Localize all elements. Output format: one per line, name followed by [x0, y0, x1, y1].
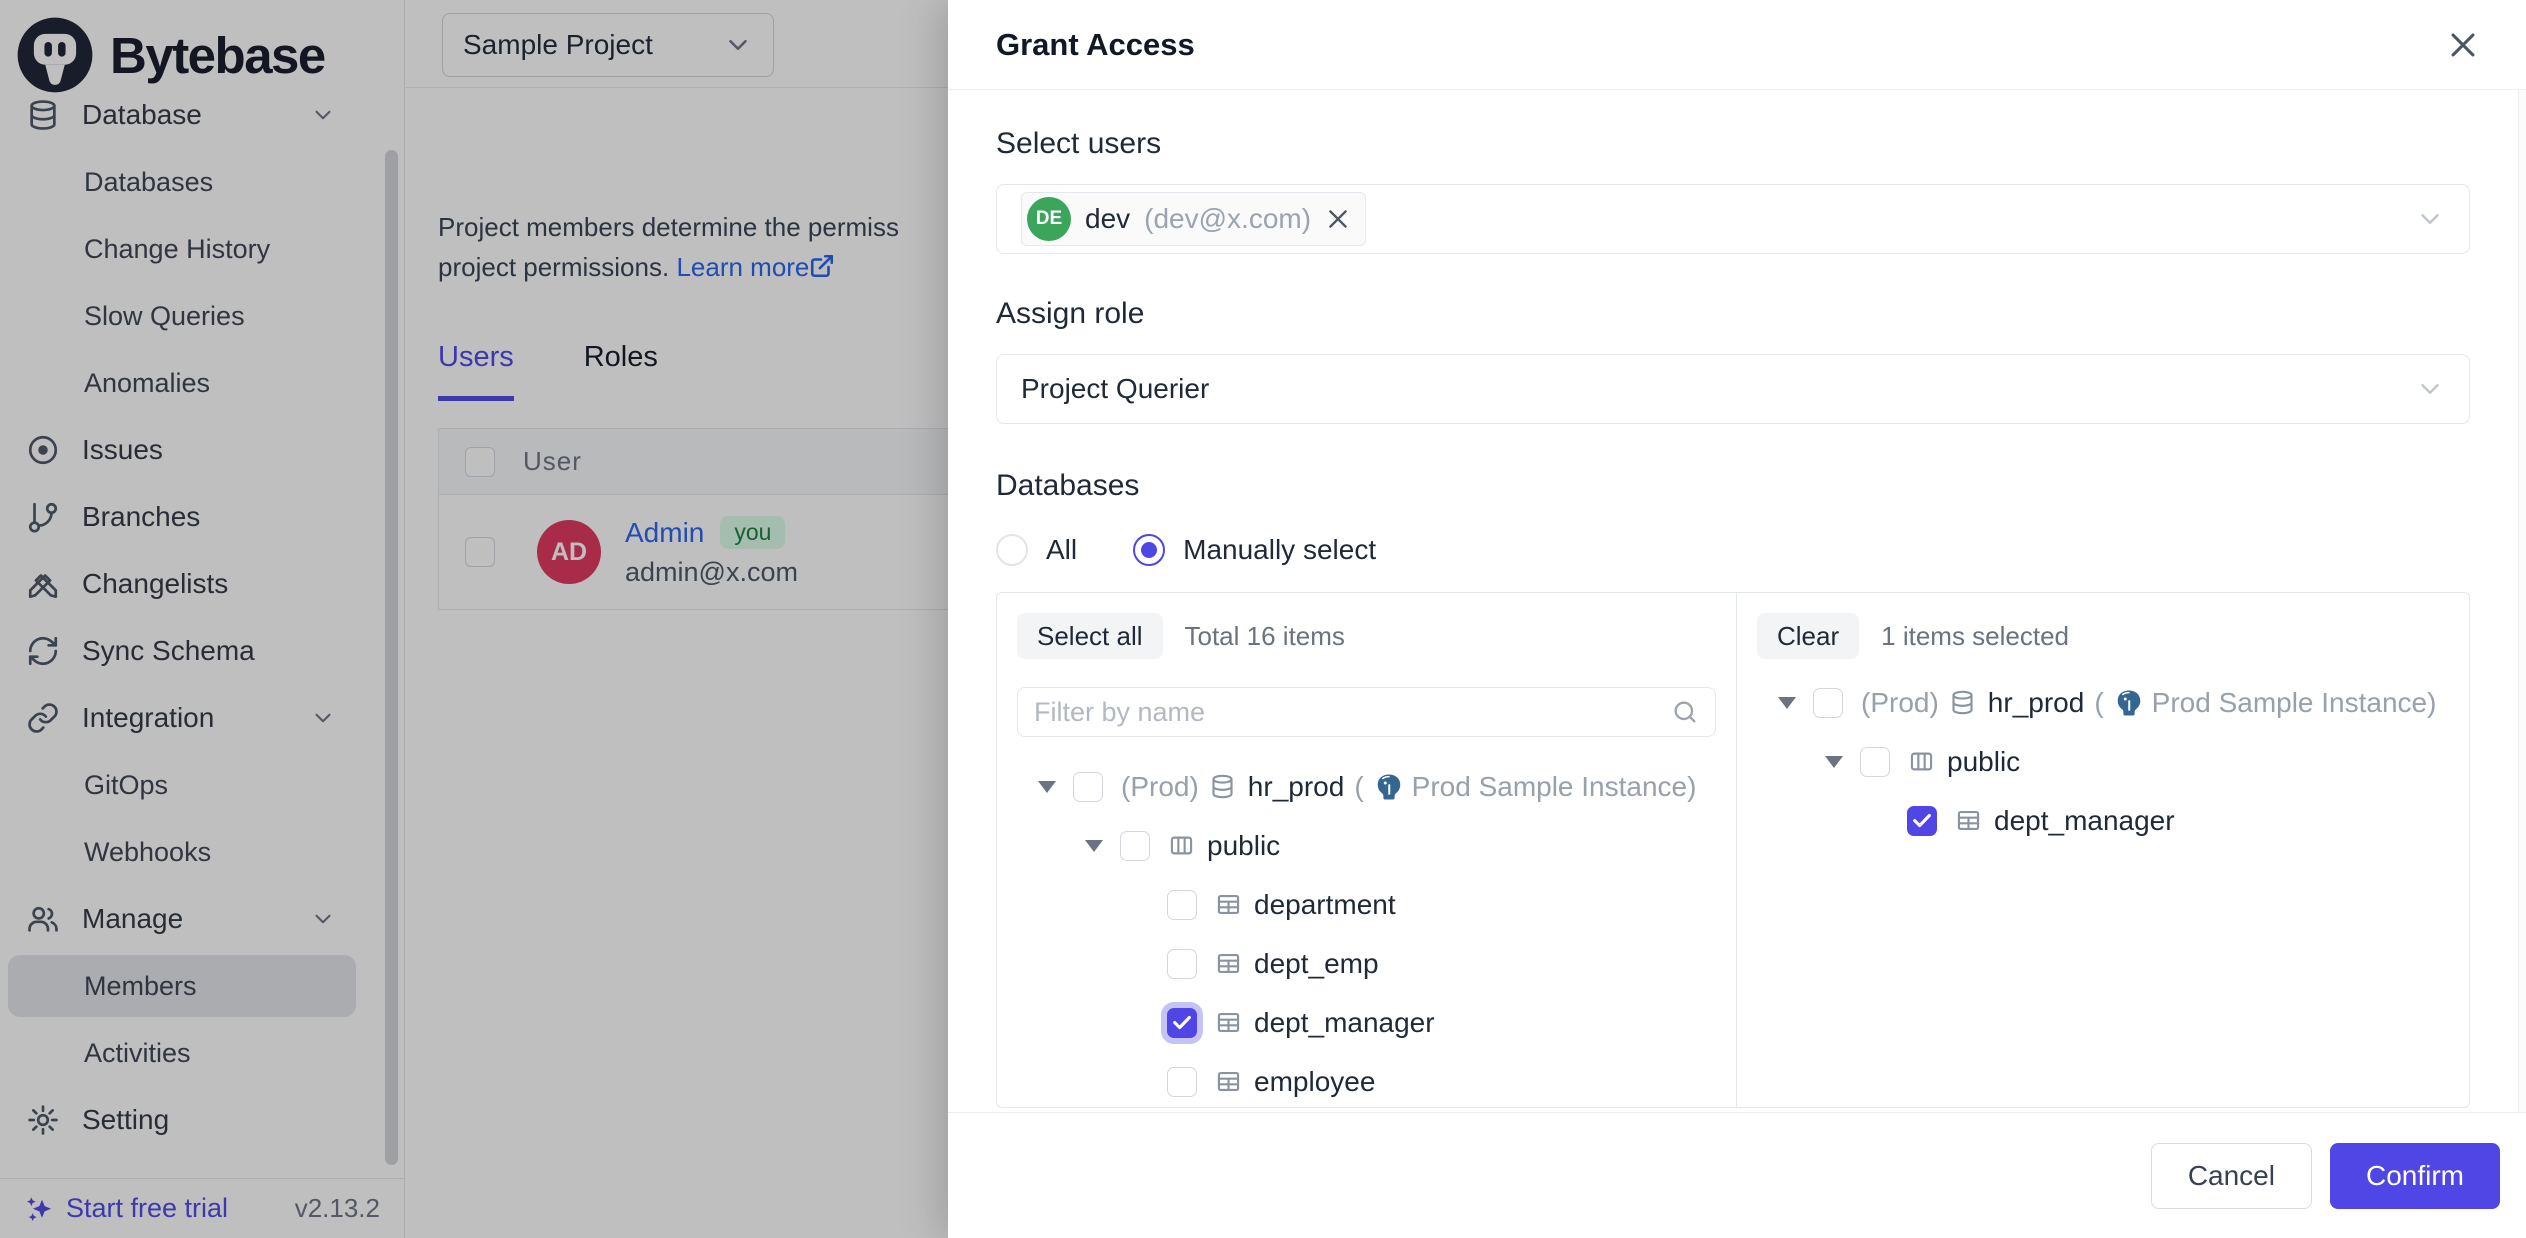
modal-footer: Cancel Confirm: [948, 1112, 2526, 1238]
user-chip-name: dev: [1085, 203, 1130, 235]
tree-checkbox[interactable]: [1907, 806, 1937, 836]
radio-all[interactable]: All: [996, 534, 1077, 566]
tree-node-name: dept_manager: [1994, 805, 2175, 837]
tree-node[interactable]: dept_manager: [1017, 993, 1716, 1052]
caret-down-icon[interactable]: [1822, 756, 1846, 768]
table-icon: [1215, 1009, 1242, 1036]
table-icon: [1215, 891, 1242, 918]
modal-scrollbar[interactable]: [2518, 90, 2526, 1112]
source-count-label: Total 16 items: [1185, 621, 1345, 652]
modal-title: Grant Access: [996, 27, 1195, 63]
radio-manually-select[interactable]: Manually select: [1133, 534, 1376, 566]
tree-node[interactable]: dept_emp: [1017, 934, 1716, 993]
modal-header: Grant Access: [948, 0, 2526, 90]
tree-node-name: public: [1947, 746, 2020, 778]
schema-icon: [1168, 832, 1195, 859]
select-users-input[interactable]: DE dev (dev@x.com): [996, 184, 2470, 254]
tree-checkbox[interactable]: [1167, 1067, 1197, 1097]
table-icon: [1215, 1068, 1242, 1095]
tree-checkbox[interactable]: [1167, 949, 1197, 979]
tree-node-name: dept_emp: [1254, 948, 1379, 980]
databases-label: Databases: [996, 468, 2470, 504]
tree-node-annotation: (: [1354, 771, 1363, 803]
selected-count-label: 1 items selected: [1881, 621, 2069, 652]
tree-node-annotation: (Prod): [1861, 687, 1939, 719]
tree-node-name: public: [1207, 830, 1280, 862]
tree-checkbox[interactable]: [1073, 772, 1103, 802]
tree-node-name: hr_prod: [1988, 687, 2085, 719]
schema-icon: [1908, 748, 1935, 775]
tree-checkbox[interactable]: [1813, 688, 1843, 718]
database-icon: [1949, 689, 1976, 716]
tree-checkbox[interactable]: [1167, 1008, 1197, 1038]
clear-button[interactable]: Clear: [1757, 613, 1859, 659]
assign-role-value: Project Querier: [1021, 373, 1209, 405]
modal-body: Select users DE dev (dev@x.com) Assign r…: [996, 90, 2470, 1112]
selected-user-chip: DE dev (dev@x.com): [1021, 192, 1366, 246]
tree-node[interactable]: public: [1757, 732, 2449, 791]
tree-node-annotation: Prod Sample Instance): [2152, 687, 2437, 719]
tree-checkbox[interactable]: [1120, 831, 1150, 861]
chevron-down-icon: [2415, 204, 2445, 234]
database-icon: [1209, 773, 1236, 800]
tree-checkbox[interactable]: [1860, 747, 1890, 777]
pg-icon: [1374, 772, 1404, 802]
user-chip-avatar: DE: [1027, 197, 1071, 241]
grant-access-modal: Grant Access Select users DE dev (dev@x.…: [948, 0, 2526, 1238]
tree-node[interactable]: (Prod) hr_prod ( Prod Sample Instance): [1017, 757, 1716, 816]
cancel-button[interactable]: Cancel: [2151, 1143, 2312, 1209]
assign-role-label: Assign role: [996, 296, 2470, 332]
assign-role-select[interactable]: Project Querier: [996, 354, 2470, 424]
user-chip-email: (dev@x.com): [1144, 203, 1311, 235]
close-icon[interactable]: [2446, 28, 2480, 62]
transfer-source-panel: Select all Total 16 items (Prod)hr_prod(…: [997, 593, 1737, 1107]
radio-circle: [996, 534, 1028, 566]
tree-node-annotation: (: [2094, 687, 2103, 719]
tree-node-annotation: (Prod): [1121, 771, 1199, 803]
tree-node-name: employee: [1254, 1066, 1375, 1098]
caret-down-icon[interactable]: [1082, 840, 1106, 852]
tree-node-name: hr_prod: [1248, 771, 1345, 803]
transfer-target-panel: Clear 1 items selected (Prod)hr_prod(Pro…: [1737, 593, 2469, 1107]
tree-node[interactable]: (Prod) hr_prod ( Prod Sample Instance): [1757, 673, 2449, 732]
database-scope-radios: All Manually select: [996, 530, 2470, 570]
pg-icon: [2114, 688, 2144, 718]
tree-node[interactable]: employee: [1017, 1052, 1716, 1107]
remove-user-icon[interactable]: [1325, 206, 1351, 232]
filter-input[interactable]: [1034, 697, 1671, 728]
tree-checkbox[interactable]: [1167, 890, 1197, 920]
radio-circle: [1133, 534, 1165, 566]
tree-node-name: department: [1254, 889, 1396, 921]
database-transfer: Select all Total 16 items (Prod)hr_prod(…: [996, 592, 2470, 1108]
tree-node-name: dept_manager: [1254, 1007, 1435, 1039]
tree-node-annotation: Prod Sample Instance): [1412, 771, 1697, 803]
tree-node[interactable]: public: [1017, 816, 1716, 875]
select-users-label: Select users: [996, 126, 2470, 162]
caret-down-icon[interactable]: [1775, 697, 1799, 709]
tree-node[interactable]: dept_manager: [1757, 791, 2449, 850]
target-tree: (Prod) hr_prod ( Prod Sample Instance) publi…: [1757, 673, 2449, 850]
tree-node[interactable]: department: [1017, 875, 1716, 934]
search-icon: [1671, 698, 1699, 726]
select-all-button[interactable]: Select all: [1017, 613, 1163, 659]
filter-box: [1017, 687, 1716, 737]
table-icon: [1955, 807, 1982, 834]
table-icon: [1215, 950, 1242, 977]
confirm-button[interactable]: Confirm: [2330, 1143, 2500, 1209]
source-tree: (Prod) hr_prod ( Prod Sample Instance) publi…: [1017, 757, 1716, 1107]
caret-down-icon[interactable]: [1035, 781, 1059, 793]
chevron-down-icon: [2415, 374, 2445, 404]
